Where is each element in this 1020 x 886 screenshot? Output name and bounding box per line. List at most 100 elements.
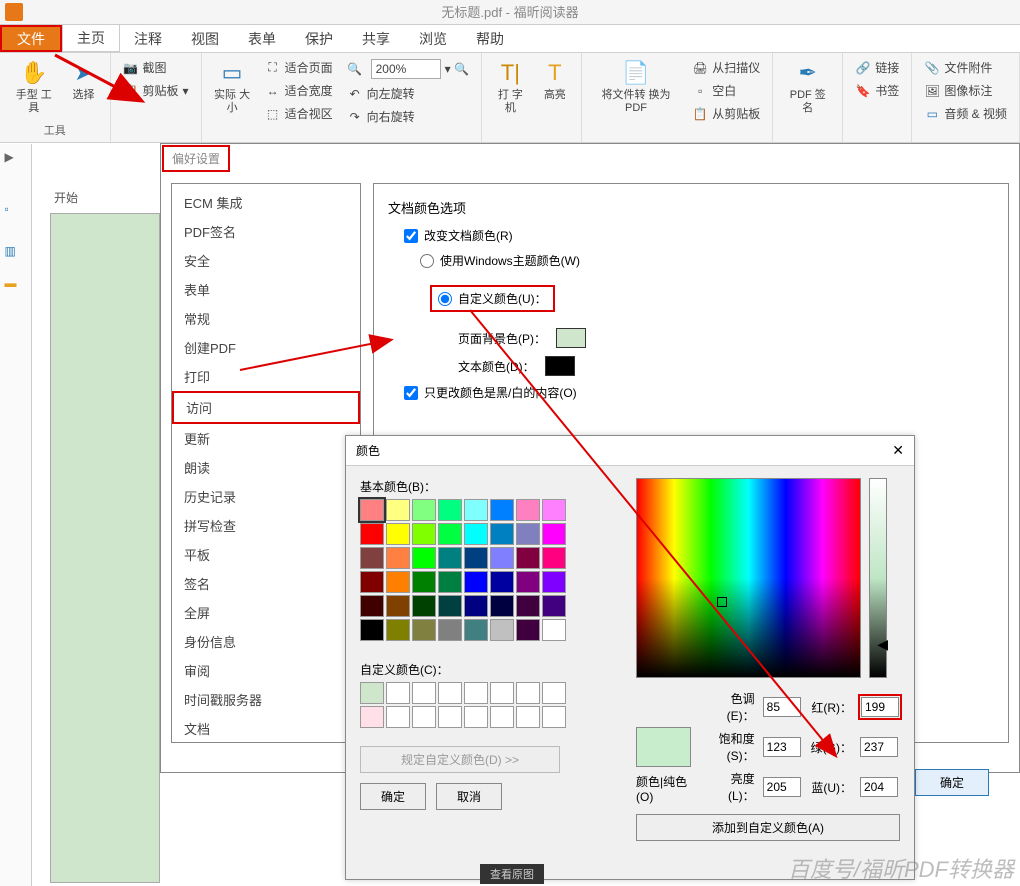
custom-color-swatch[interactable]	[464, 682, 488, 704]
custom-color-radio[interactable]: 自定义颜色(U)：	[430, 285, 555, 312]
basic-color-swatch[interactable]	[438, 499, 462, 521]
custom-color-swatch[interactable]	[490, 682, 514, 704]
basic-color-swatch[interactable]	[542, 523, 566, 545]
basic-color-swatch[interactable]	[516, 523, 540, 545]
use-windows-theme-radio[interactable]: 使用Windows主题颜色(W)	[420, 252, 994, 269]
actual-size-button[interactable]: ▭实际 大小	[210, 57, 255, 117]
blank-page-button[interactable]: ▫空白	[688, 80, 764, 101]
basic-color-swatch[interactable]	[438, 595, 462, 617]
basic-color-swatch[interactable]	[412, 571, 436, 593]
clipboard-button[interactable]: 📋剪贴板 ▾	[119, 80, 193, 101]
add-to-custom-button[interactable]: 添加到自定义颜色(A)	[636, 814, 900, 841]
basic-color-swatch[interactable]	[386, 571, 410, 593]
spectrum-cursor[interactable]	[717, 597, 727, 607]
blue-input[interactable]	[860, 777, 898, 797]
audio-video-button[interactable]: ▭音频 & 视频	[920, 103, 1011, 124]
prefs-item[interactable]: 打印	[172, 362, 360, 391]
prefs-item[interactable]: PDF签名	[172, 217, 360, 246]
custom-color-swatch[interactable]	[360, 682, 384, 704]
convert-to-pdf-button[interactable]: 📄将文件转 换为PDF	[590, 57, 682, 117]
basic-color-swatch[interactable]	[490, 619, 514, 641]
tab-comment[interactable]: 注释	[120, 25, 177, 52]
tab-form[interactable]: 表单	[234, 25, 291, 52]
tab-browse[interactable]: 浏览	[405, 25, 462, 52]
colordlg-ok-button[interactable]: 确定	[360, 783, 426, 810]
file-menu[interactable]: 文件	[0, 25, 62, 52]
custom-color-swatch[interactable]	[412, 706, 436, 728]
tab-protect[interactable]: 保护	[291, 25, 348, 52]
prefs-item[interactable]: 创建PDF	[172, 333, 360, 362]
red-input[interactable]	[861, 697, 899, 717]
prefs-item[interactable]: 平板	[172, 540, 360, 569]
basic-color-swatch[interactable]	[386, 499, 410, 521]
basic-color-swatch[interactable]	[516, 619, 540, 641]
from-scanner-button[interactable]: 🖨从扫描仪	[688, 57, 764, 78]
basic-color-swatch[interactable]	[464, 523, 488, 545]
preferences-category-list[interactable]: ECM 集成PDF签名安全表单常规创建PDF打印访问更新朗读历史记录拼写检查平板…	[171, 183, 361, 743]
bookmark-button[interactable]: 🔖书签	[851, 80, 903, 101]
basic-color-swatch[interactable]	[386, 523, 410, 545]
prefs-item[interactable]: ECM 集成	[172, 188, 360, 217]
basic-color-swatch[interactable]	[542, 571, 566, 593]
file-attach-button[interactable]: 📎文件附件	[920, 57, 1011, 78]
basic-color-swatch[interactable]	[386, 619, 410, 641]
prefs-item[interactable]: 更新	[172, 424, 360, 453]
define-custom-button[interactable]: 规定自定义颜色(D) >>	[360, 746, 560, 773]
luminance-arrow-icon[interactable]: ◀	[877, 636, 888, 653]
tab-help[interactable]: 帮助	[462, 25, 519, 52]
basic-color-swatch[interactable]	[412, 523, 436, 545]
prefs-item[interactable]: 身份信息	[172, 627, 360, 656]
basic-color-swatch[interactable]	[542, 547, 566, 569]
text-color-swatch[interactable]	[545, 356, 575, 376]
from-clipboard-button[interactable]: 📋从剪贴板	[688, 103, 764, 124]
basic-color-swatch[interactable]	[490, 499, 514, 521]
custom-color-swatch[interactable]	[542, 682, 566, 704]
custom-color-swatch[interactable]	[490, 706, 514, 728]
custom-color-swatch[interactable]	[360, 706, 384, 728]
basic-colors-grid[interactable]	[360, 499, 620, 641]
fit-width-button[interactable]: ↔适合宽度	[261, 80, 337, 101]
custom-color-swatch[interactable]	[412, 682, 436, 704]
custom-color-swatch[interactable]	[464, 706, 488, 728]
basic-color-swatch[interactable]	[412, 499, 436, 521]
prefs-item[interactable]: 文档	[172, 714, 360, 743]
basic-color-swatch[interactable]	[464, 547, 488, 569]
prefs-item[interactable]: 表单	[172, 275, 360, 304]
basic-color-swatch[interactable]	[542, 595, 566, 617]
basic-color-swatch[interactable]	[464, 595, 488, 617]
basic-color-swatch[interactable]	[464, 499, 488, 521]
basic-color-swatch[interactable]	[542, 499, 566, 521]
tab-view[interactable]: 视图	[177, 25, 234, 52]
basic-color-swatch[interactable]	[360, 523, 384, 545]
basic-color-swatch[interactable]	[516, 595, 540, 617]
preferences-ok-button[interactable]: 确定	[915, 769, 989, 796]
basic-color-swatch[interactable]	[360, 619, 384, 641]
rotate-left-button[interactable]: ↶向左旋转	[343, 83, 473, 104]
select-tool-button[interactable]: ➤选择	[66, 57, 102, 104]
basic-color-swatch[interactable]	[490, 571, 514, 593]
close-icon[interactable]: ✕	[892, 442, 904, 459]
basic-color-swatch[interactable]	[412, 547, 436, 569]
basic-color-swatch[interactable]	[542, 619, 566, 641]
basic-color-swatch[interactable]	[464, 619, 488, 641]
page-view[interactable]	[50, 213, 160, 883]
custom-color-swatch[interactable]	[386, 706, 410, 728]
screenshot-button[interactable]: 📷截图	[119, 57, 193, 78]
basic-color-swatch[interactable]	[438, 523, 462, 545]
basic-color-swatch[interactable]	[412, 619, 436, 641]
basic-color-swatch[interactable]	[360, 547, 384, 569]
rotate-right-button[interactable]: ↷向右旋转	[343, 106, 473, 127]
basic-color-swatch[interactable]	[360, 499, 384, 521]
prefs-item[interactable]: 历史记录	[172, 482, 360, 511]
prefs-item[interactable]: 拼写检查	[172, 511, 360, 540]
basic-color-swatch[interactable]	[516, 499, 540, 521]
custom-colors-grid[interactable]	[360, 682, 620, 728]
zoom-dropdown[interactable]: 🔍200% ▾ 🔍	[343, 57, 473, 81]
tab-home[interactable]: 主页	[62, 25, 120, 52]
prefs-item[interactable]: 访问	[172, 391, 360, 424]
basic-color-swatch[interactable]	[490, 595, 514, 617]
basic-color-swatch[interactable]	[490, 523, 514, 545]
page-panel-icon[interactable]: ▫	[5, 202, 27, 224]
basic-color-swatch[interactable]	[360, 595, 384, 617]
document-tab[interactable]: 开始	[34, 185, 98, 210]
